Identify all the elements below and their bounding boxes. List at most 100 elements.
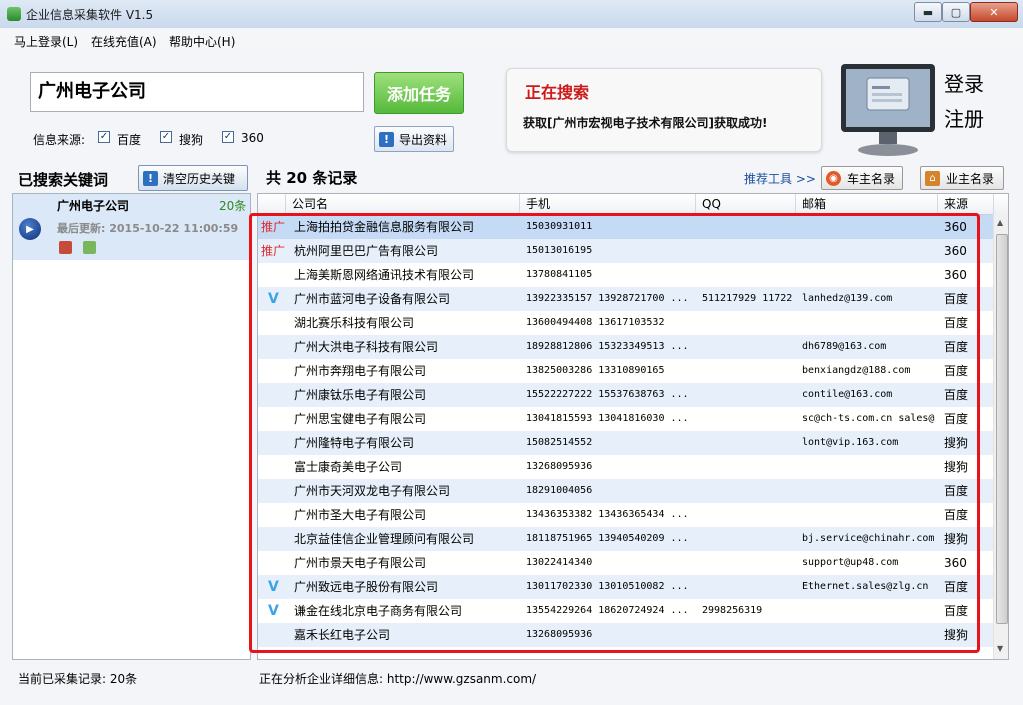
house-icon: ⌂: [925, 170, 940, 186]
cell-phone: 13011702330 13010510082 ...: [526, 581, 689, 592]
minimize-button[interactable]: ▬: [914, 2, 942, 22]
source-checkbox-baidu[interactable]: ✓: [98, 131, 110, 143]
login-link[interactable]: 登录: [944, 68, 984, 97]
menu-help[interactable]: 帮助中心(H): [169, 33, 235, 50]
cell-name: 广州思宝健电子有限公司: [294, 412, 427, 426]
cell-name: 上海美斯恩网络通讯技术有限公司: [294, 268, 475, 282]
car-owner-icon: ◉: [826, 170, 841, 186]
table-row[interactable]: V 谦金在线北京电子商务有限公司 13554229264 18620724924 .…: [258, 599, 994, 623]
cell-phone: 13268095936: [526, 461, 593, 472]
car-owner-button[interactable]: ◉ 车主名录: [821, 166, 903, 190]
scroll-up-arrow[interactable]: ▲: [997, 218, 1003, 227]
maximize-button[interactable]: ▢: [942, 2, 970, 22]
status-message: 获取[广州市宏视电子技术有限公司]获取成功!: [523, 116, 768, 130]
play-icon[interactable]: ▶: [19, 218, 41, 240]
delete-icon[interactable]: [59, 241, 72, 254]
table-row[interactable]: 嘉禾长红电子公司 13268095936 搜狗: [258, 623, 994, 647]
cell-source: 360: [944, 556, 967, 570]
cell-name: 广州大洪电子科技有限公司: [294, 340, 439, 354]
close-button[interactable]: ✕: [970, 2, 1018, 22]
cell-name: 湖北赛乐科技有限公司: [294, 316, 415, 330]
header-company[interactable]: 公司名: [286, 194, 520, 214]
verified-icon: V: [268, 603, 279, 619]
cell-email: contile@163.com: [802, 389, 893, 400]
cell-source: 百度: [944, 364, 969, 378]
business-owner-label: 业主名录: [946, 171, 995, 186]
cell-source: 百度: [944, 604, 969, 618]
keyword-history-item[interactable]: ▶ 广州电子公司 20条 最后更新: 2015-10-22 11:00:59: [13, 194, 250, 260]
keyword-input[interactable]: 广州电子公司: [30, 72, 364, 112]
export-item-icon[interactable]: [83, 241, 96, 254]
clear-history-button[interactable]: ! 清空历史关键: [138, 165, 248, 191]
header-email[interactable]: 邮箱: [796, 194, 938, 214]
table-row[interactable]: 推广 上海拍拍贷金融信息服务有限公司 15030931011 360: [258, 215, 994, 239]
table-row[interactable]: 湖北赛乐科技有限公司 13600494408 13617103532 百度: [258, 311, 994, 335]
cell-source: 百度: [944, 340, 969, 354]
vertical-scrollbar[interactable]: ▲ ▼: [993, 214, 1008, 659]
record-count: 共 20 条记录: [266, 169, 358, 187]
table-row[interactable]: V 广州市蓝河电子设备有限公司 13922335157 13928721700 ..…: [258, 287, 994, 311]
title-bar: 企业信息采集软件 V1.5 ▬ ▢ ✕: [0, 0, 1023, 28]
cell-source: 百度: [944, 508, 969, 522]
table-row[interactable]: 富士康奇美电子公司 13268095936 搜狗: [258, 455, 994, 479]
history-count: 20条: [219, 199, 247, 213]
table-row[interactable]: 广州思宝健电子有限公司 13041815593 13041816030 ... sc…: [258, 407, 994, 431]
source-label: 信息来源:: [33, 133, 86, 147]
table-row[interactable]: 北京益佳信企业管理顾问有限公司 18118751965 13940540209 .…: [258, 527, 994, 551]
cell-phone: 15522227222 15537638763 ...: [526, 389, 689, 400]
cell-phone: 18118751965 13940540209 ...: [526, 533, 689, 544]
header-phone[interactable]: 手机: [520, 194, 696, 214]
cell-name: 广州康钛乐电子有限公司: [294, 388, 427, 402]
source-checkbox-sogou[interactable]: ✓: [160, 131, 172, 143]
cell-phone: 18928812806 15323349513 ...: [526, 341, 689, 352]
table-row[interactable]: 广州市天河双龙电子有限公司 18291004056 百度: [258, 479, 994, 503]
status-panel: 正在搜索 获取[广州市宏视电子技术有限公司]获取成功!: [506, 68, 822, 152]
table-row[interactable]: 广州康钛乐电子有限公司 15522227222 15537638763 ... co…: [258, 383, 994, 407]
cell-qq: 2998256319: [702, 605, 763, 616]
table-row[interactable]: 推广 杭州阿里巴巴广告有限公司 15013016195 360: [258, 239, 994, 263]
header-qq[interactable]: QQ: [696, 194, 796, 214]
table-row[interactable]: 广州隆特电子有限公司 15082514552 lont@vip.163.com 搜狗: [258, 431, 994, 455]
cell-email: sc@ch-ts.com.cn sales@: [802, 413, 935, 424]
cell-source: 百度: [944, 388, 969, 402]
cell-source: 百度: [944, 580, 969, 594]
cell-email: lont@vip.163.com: [802, 437, 899, 448]
header-source[interactable]: 来源: [938, 194, 994, 214]
app-window: 企业信息采集软件 V1.5 ▬ ▢ ✕ 马上登录(L) 在线充值(A) 帮助中心…: [0, 0, 1023, 705]
results-table: 公司名 手机 QQ 邮箱 来源 推广 上海拍拍贷金融信息服务有限公司 1503093…: [257, 193, 1009, 660]
cell-name: 广州市圣大电子有限公司: [294, 508, 427, 522]
history-updated: 最后更新: 2015-10-22 11:00:59: [57, 222, 239, 235]
cell-phone: 15082514552: [526, 437, 593, 448]
cell-source: 搜狗: [944, 532, 969, 546]
table-row[interactable]: 广州大洪电子科技有限公司 18928812806 15323349513 ... d…: [258, 335, 994, 359]
table-row[interactable]: V 广州致远电子股份有限公司 13011702330 13010510082 ...…: [258, 575, 994, 599]
cell-name: 北京益佳信企业管理顾问有限公司: [294, 532, 475, 546]
scroll-down-arrow[interactable]: ▼: [997, 644, 1003, 653]
cell-name: 嘉禾长红电子公司: [294, 628, 391, 642]
cell-phone: 13022414340: [526, 557, 593, 568]
cell-name: 广州隆特电子有限公司: [294, 436, 415, 450]
add-task-button[interactable]: 添加任务: [374, 72, 464, 114]
footer-status: 正在分析企业详细信息: http://www.gzsanm.com/: [259, 672, 537, 686]
menu-recharge[interactable]: 在线充值(A): [91, 33, 157, 50]
recommended-tools-link[interactable]: 推荐工具 >>: [744, 170, 816, 187]
cell-phone: 18291004056: [526, 485, 593, 496]
scroll-thumb[interactable]: [996, 234, 1008, 624]
monitor-icon: [839, 62, 937, 158]
menu-login[interactable]: 马上登录(L): [14, 33, 78, 50]
cell-phone: 13268095936: [526, 629, 593, 640]
table-row[interactable]: 上海美斯恩网络通讯技术有限公司 13780841105 360: [258, 263, 994, 287]
export-label: 导出资料: [399, 132, 448, 147]
cell-source: 百度: [944, 412, 969, 426]
cell-email: support@up48.com: [802, 557, 899, 568]
register-link[interactable]: 注册: [944, 103, 984, 132]
table-row[interactable]: 广州市圣大电子有限公司 13436353382 13436365434 ... 百度: [258, 503, 994, 527]
table-row[interactable]: 广州市景天电子有限公司 13022414340 support@up48.com 36…: [258, 551, 994, 575]
business-owner-button[interactable]: ⌂ 业主名录: [920, 166, 1004, 190]
menu-bar: 马上登录(L) 在线充值(A) 帮助中心(H): [0, 30, 1023, 50]
cell-name: 广州致远电子股份有限公司: [294, 580, 439, 594]
export-button[interactable]: ! 导出资料: [374, 126, 454, 152]
table-row[interactable]: 广州市奔翔电子有限公司 13825003286 13310890165 benxia…: [258, 359, 994, 383]
window-title: 企业信息采集软件 V1.5: [26, 8, 154, 22]
source-checkbox-360[interactable]: ✓: [222, 131, 234, 143]
